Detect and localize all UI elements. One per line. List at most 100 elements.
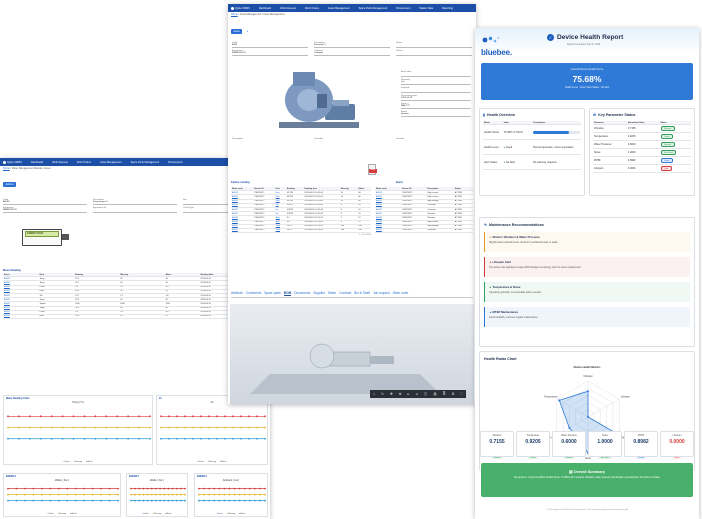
nav-work-request[interactable]: Work Request xyxy=(280,7,296,10)
section-icon[interactable]: ◫ xyxy=(424,392,427,396)
tab-documents[interactable]: Documents xyxy=(294,291,310,296)
series-point xyxy=(163,499,166,502)
field-value[interactable]: Yes xyxy=(401,81,471,85)
asset-button[interactable]: Asset xyxy=(231,29,243,34)
model-tree-icon[interactable]: ≣ xyxy=(443,392,446,396)
nav-procurement[interactable]: Procurement xyxy=(396,7,410,10)
measure-icon[interactable]: ⊿ xyxy=(415,392,418,396)
legend-item[interactable]: ●Value xyxy=(142,513,148,515)
nav-spare-parts[interactable]: Spare Parts Management xyxy=(359,7,388,10)
legend-item[interactable]: ●Warning xyxy=(58,513,67,515)
score-label: Overall Device Health Score xyxy=(570,68,604,71)
tab-bom[interactable]: BOM xyxy=(283,291,292,296)
breadcrumb-module[interactable]: Asset Management xyxy=(240,13,262,16)
code-field[interactable]: A0098 xyxy=(3,201,87,205)
nav-procurement[interactable]: Procurement xyxy=(168,161,182,164)
description-field[interactable]: Fan pump 3 xyxy=(314,44,390,48)
series-point xyxy=(208,499,211,502)
legend-item[interactable]: ●Alarm xyxy=(86,461,92,463)
metric-value: 0.9205 xyxy=(525,439,541,445)
field-value[interactable] xyxy=(401,73,471,77)
orbit-icon[interactable]: ↻ xyxy=(381,392,384,396)
alarm-title: Alarm xyxy=(395,181,403,184)
field-value[interactable]: 2024-04-12 xyxy=(401,97,471,101)
equipment-field[interactable]: ENERGYFOX xyxy=(3,209,87,213)
nav-dashboard[interactable]: Dashboard xyxy=(31,161,43,164)
legend-item[interactable]: ●Value xyxy=(197,461,203,463)
legend-item[interactable]: ●Warning xyxy=(227,513,236,515)
explode-icon[interactable]: ⁂ xyxy=(433,392,437,396)
legend-item[interactable]: ●Warning xyxy=(153,513,162,515)
nav-work-request[interactable]: Work Request xyxy=(52,161,68,164)
tab-spare-parts[interactable]: Spare parts xyxy=(264,291,280,296)
value-text: Good xyxy=(505,145,513,149)
parent-field[interactable] xyxy=(396,52,472,56)
field-value[interactable] xyxy=(401,89,471,93)
series-point xyxy=(253,487,256,490)
nav-master-data[interactable]: Master Data xyxy=(419,7,433,10)
series-point xyxy=(243,487,246,490)
field-value[interactable]: bluebee xyxy=(401,113,471,117)
tab-meter[interactable]: Meter xyxy=(328,291,336,296)
legend-item[interactable]: ●Alarm xyxy=(220,461,226,463)
nav-work-orders[interactable]: Work Orders xyxy=(305,7,319,10)
tab-work-order[interactable]: Work order xyxy=(393,291,409,296)
series-point xyxy=(264,426,266,429)
category-field[interactable]: Category xyxy=(314,52,390,56)
table-cell: A0098 xyxy=(3,314,39,320)
settings-icon[interactable]: ⚙ xyxy=(452,392,455,396)
legend-item[interactable]: ●Alarm xyxy=(239,513,245,515)
legend-item[interactable]: ●Alarm xyxy=(70,513,76,515)
chevron-down-icon[interactable]: ▾ xyxy=(247,30,248,33)
legend-item[interactable]: ●Value xyxy=(63,461,69,463)
description-field[interactable]: Pump project 2 xyxy=(93,201,177,205)
recommendation-title-text: Monitor Vibration & Water Pressure xyxy=(492,235,540,239)
equipment-id-field[interactable] xyxy=(93,209,177,213)
table-row[interactable]: A0098 T66874572 Volts 230.9 2024-08-19 11:35… xyxy=(231,228,371,234)
breadcrumb-module[interactable]: Meter Management Module xyxy=(12,167,43,170)
nav-reporting[interactable]: Reporting xyxy=(442,7,453,10)
legend-item[interactable]: ●Warning xyxy=(208,461,217,463)
zoom-icon[interactable]: ⊕ xyxy=(399,392,402,396)
meter-chart-panel: Meter Reading Chart Temp (°C) ●Value ●Warni… xyxy=(3,395,153,465)
actions-button[interactable]: Actions xyxy=(3,182,17,187)
series-point xyxy=(74,487,77,490)
table-row[interactable]: A0098 T66874572 Overheat ACTIVE xyxy=(375,228,473,234)
pan-icon[interactable]: ✥ xyxy=(390,392,393,396)
nav-work-orders[interactable]: Work Orders xyxy=(77,161,91,164)
tab-bin-shelf[interactable]: Bin & Shelf xyxy=(354,291,370,296)
asset-form: Code A918 Description Fan pump 3 Status Eq… xyxy=(228,39,476,59)
camera-icon[interactable]: ▸ xyxy=(408,392,410,396)
table-cell: A0098 xyxy=(231,228,254,234)
fullscreen-icon[interactable]: ⛶ xyxy=(461,392,463,396)
breadcrumb-home[interactable]: Home xyxy=(3,167,10,170)
field-value[interactable]: FAN-772 xyxy=(401,105,471,109)
code-field[interactable]: A918 xyxy=(232,44,308,48)
series-point xyxy=(116,426,119,429)
equipment-field[interactable]: ENERGYFOX xyxy=(232,52,308,56)
nav-dashboard[interactable]: Dashboard xyxy=(259,7,271,10)
pager[interactable]: 1 - 10 of 2000 xyxy=(231,234,371,236)
tab-job-request[interactable]: Job request xyxy=(373,291,390,296)
legend-item[interactable]: ●Warning xyxy=(74,461,83,463)
home-view-icon[interactable]: ⌂ xyxy=(373,392,375,396)
brand[interactable]: Qpixe CMMS xyxy=(3,160,22,164)
3d-viewer[interactable]: ⌂ ↻ ✥ ⊕ ▸ ⊿ ◫ ⁂ ≣ ⚙ ⛶ xyxy=(230,304,474,404)
tab-attribute[interactable]: Attribute xyxy=(231,291,243,296)
breadcrumb-home[interactable]: Home xyxy=(231,13,238,16)
status-field[interactable] xyxy=(396,44,472,48)
table-row: Alert Status ● No Alert No warning require… xyxy=(483,154,581,171)
nav-asset-management[interactable]: Asset Management xyxy=(328,7,350,10)
legend-item[interactable]: ●Value xyxy=(216,513,222,515)
legend-item[interactable]: ●Alarm xyxy=(165,513,171,515)
series-point xyxy=(248,415,250,418)
nav-asset-management[interactable]: Asset Management xyxy=(100,161,122,164)
tab-comments[interactable]: Comments xyxy=(246,291,261,296)
tab-contract[interactable]: Contract xyxy=(339,291,351,296)
nav-spare-parts[interactable]: Spare Parts Management xyxy=(131,161,160,164)
legend-item[interactable]: ●Value xyxy=(47,513,53,515)
wrench-icon: ✎ xyxy=(484,223,488,227)
brand[interactable]: Qpixe CMMS xyxy=(231,6,250,10)
tab-supplier[interactable]: Supplier xyxy=(313,291,325,296)
pdf-file-icon[interactable]: PDF xyxy=(368,164,377,175)
